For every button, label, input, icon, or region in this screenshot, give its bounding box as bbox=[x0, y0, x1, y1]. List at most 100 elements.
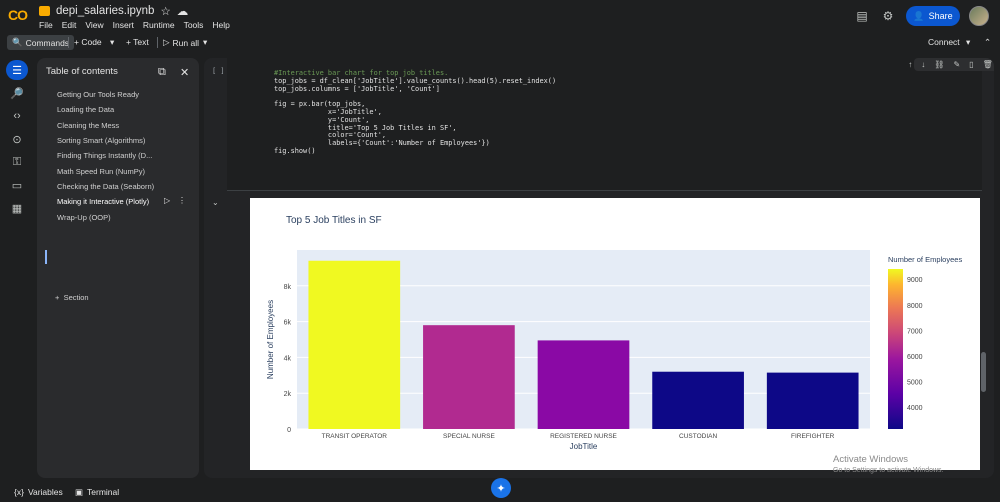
header: CO depi_salaries.ipynb ☆ ☁ File Edit Vie… bbox=[0, 0, 1000, 32]
delete-icon[interactable]: 🗑 bbox=[983, 60, 993, 69]
commands-button[interactable]: 🔍 Commands bbox=[7, 35, 75, 50]
toc-item[interactable]: Loading the Data bbox=[57, 105, 157, 114]
toc-item-active[interactable]: Making it Interactive (Plotly) bbox=[57, 197, 157, 206]
menu-view[interactable]: View bbox=[85, 20, 103, 30]
add-text-button[interactable]: + Text bbox=[126, 37, 149, 47]
edit-icon[interactable]: ✎ bbox=[953, 60, 960, 69]
add-code-button[interactable]: + Code bbox=[74, 37, 102, 47]
comment-icon[interactable]: ▤ bbox=[854, 8, 870, 24]
share-button[interactable]: 👤 Share bbox=[906, 6, 960, 26]
x-tick-label: TRANSIT OPERATOR bbox=[322, 433, 388, 440]
run-all-button[interactable]: ▷ Run all bbox=[163, 37, 199, 48]
commands-label: Commands bbox=[25, 37, 70, 48]
run-all-dropdown-icon[interactable]: ▾ bbox=[203, 37, 207, 48]
variables-button[interactable]: {x} Variables bbox=[14, 487, 63, 497]
add-section-label: Section bbox=[63, 293, 89, 302]
terminal-label: Terminal bbox=[87, 487, 120, 497]
connect-button[interactable]: Connect bbox=[928, 37, 960, 47]
code-line: top_jobs.columns = ['JobTitle', 'Count'] bbox=[274, 84, 440, 93]
bar bbox=[308, 260, 401, 429]
colab-logo[interactable]: CO bbox=[8, 7, 28, 23]
y-axis-title: Number of Employees bbox=[266, 300, 275, 379]
menu-edit[interactable]: Edit bbox=[62, 20, 77, 30]
find-replace-icon[interactable]: 🔎 bbox=[6, 83, 28, 103]
table-of-contents-panel: Table of contents ⧉ ✕ Getting Our Tools … bbox=[37, 58, 199, 478]
menu-file[interactable]: File bbox=[39, 20, 53, 30]
y-tick-label: 6k bbox=[284, 320, 292, 327]
star-icon[interactable]: ☆ bbox=[160, 4, 170, 18]
x-tick-label: CUSTODIAN bbox=[679, 433, 717, 440]
mirror-icon[interactable]: ▯ bbox=[969, 60, 973, 69]
more-options-icon[interactable]: ⋮ bbox=[178, 196, 186, 205]
add-section-button[interactable]: + Section bbox=[55, 293, 89, 302]
toc-item[interactable]: Math Speed Run (NumPy) bbox=[57, 167, 157, 176]
left-rail: ☰ 🔎 ‹› ⊙ ⚿ ▭ ▦ bbox=[6, 60, 30, 221]
terminal-icon: ▣ bbox=[75, 487, 84, 497]
toc-active-indicator bbox=[45, 250, 47, 264]
connect-dropdown-icon[interactable]: ▾ bbox=[966, 37, 970, 48]
files-folder-icon[interactable]: ▭ bbox=[6, 175, 28, 195]
watermark-line: Go to Settings to activate Windows. bbox=[833, 467, 944, 474]
move-down-icon[interactable]: ↓ bbox=[921, 60, 925, 69]
gemini-sparkle-button[interactable]: ✦ bbox=[491, 478, 511, 498]
x-tick-label: SPECIAL NURSE bbox=[443, 433, 495, 440]
y-tick-label: 0 bbox=[287, 427, 291, 434]
code-cell[interactable]: ↑ ↓ ⛓ ✎ ▯ 🗑 ⋮ #Interactive bar chart for… bbox=[227, 58, 994, 191]
secrets-key-icon[interactable]: ⚿ bbox=[6, 152, 28, 172]
toc-item[interactable]: Getting Our Tools Ready bbox=[57, 90, 157, 99]
user-avatar[interactable] bbox=[969, 6, 989, 26]
y-tick-label: 4k bbox=[284, 355, 292, 362]
menu-runtime[interactable]: Runtime bbox=[143, 20, 175, 30]
variables-label: Variables bbox=[27, 487, 63, 497]
code-editor[interactable]: #Interactive bar chart for top job title… bbox=[274, 69, 556, 156]
variables-icon: {x} bbox=[14, 487, 24, 497]
add-code-label: + Code bbox=[74, 37, 102, 47]
code-snippets-icon[interactable]: ‹› bbox=[6, 106, 28, 126]
y-tick-label: 8k bbox=[284, 284, 292, 291]
move-up-icon[interactable]: ↑ bbox=[908, 60, 912, 69]
drive-icon bbox=[39, 6, 50, 16]
variables-inspector-icon[interactable]: ⊙ bbox=[6, 129, 28, 149]
menu-insert[interactable]: Insert bbox=[113, 20, 134, 30]
link-icon[interactable]: ⛓ bbox=[934, 60, 944, 69]
colorbar-tick-label: 8000 bbox=[907, 303, 923, 310]
terminal-button[interactable]: ▣ Terminal bbox=[75, 487, 119, 498]
plotly-chart-output[interactable]: 0 2k 4k 6k 8k TRANSIT OPERATOR SPECIAL NURSE RE… bbox=[250, 198, 980, 470]
vertical-scrollbar[interactable] bbox=[981, 352, 986, 392]
cell-toolbar: ↑ ↓ ⛓ ✎ ▯ 🗑 ⋮ bbox=[908, 58, 994, 71]
cell-run-bracket[interactable]: [ ] bbox=[212, 67, 225, 75]
run-all-label: Run all bbox=[172, 37, 200, 48]
menu-tools[interactable]: Tools bbox=[184, 20, 204, 30]
code-line: fig.show() bbox=[274, 146, 316, 155]
open-in-tab-icon[interactable]: ⧉ bbox=[158, 66, 166, 79]
table-of-contents-icon[interactable]: ☰ bbox=[6, 60, 28, 80]
notebook-filename[interactable]: depi_salaries.ipynb bbox=[56, 5, 154, 17]
add-code-dropdown-icon[interactable]: ▾ bbox=[110, 37, 114, 48]
x-tick-label: FIREFIGHTER bbox=[791, 433, 835, 440]
cloud-icon[interactable]: ☁ bbox=[177, 4, 189, 18]
code-line: labels={'Count':'Number of Employees'}) bbox=[274, 139, 490, 148]
share-label: Share bbox=[928, 11, 953, 21]
play-icon: ▷ bbox=[163, 37, 170, 47]
settings-gear-icon[interactable]: ⚙ bbox=[880, 8, 896, 24]
bar-chart[interactable]: 0 2k 4k 6k 8k TRANSIT OPERATOR SPECIAL NURSE RE… bbox=[250, 198, 980, 470]
colorbar-tick-label: 6000 bbox=[907, 354, 923, 361]
notebook-toolbar: 🔍 Commands + Code ▾ + Text ▷ Run all ▾ C… bbox=[0, 33, 1000, 53]
run-section-icon[interactable]: ▷ bbox=[164, 196, 170, 205]
watermark-line: Activate Windows bbox=[833, 454, 908, 465]
toc-item[interactable]: Cleaning the Mess bbox=[57, 121, 157, 130]
toc-item[interactable]: Finding Things Instantly (D... bbox=[57, 151, 157, 160]
menu-help[interactable]: Help bbox=[212, 20, 229, 30]
bar bbox=[423, 325, 515, 429]
collapse-output-icon[interactable]: ⌄ bbox=[212, 198, 219, 207]
data-table-icon[interactable]: ▦ bbox=[6, 198, 28, 218]
bar bbox=[652, 371, 744, 429]
toc-item[interactable]: Wrap-Up (OOP) bbox=[57, 213, 157, 222]
chart-title: Top 5 Job Titles in SF bbox=[286, 215, 382, 226]
colorbar-tick-label: 7000 bbox=[907, 328, 923, 335]
search-icon: 🔍 bbox=[12, 37, 23, 47]
collapse-toolbar-icon[interactable]: ⌃ bbox=[984, 37, 991, 48]
toc-item[interactable]: Checking the Data (Seaborn) bbox=[57, 182, 157, 191]
toc-item[interactable]: Sorting Smart (Algorithms) bbox=[57, 136, 157, 145]
close-icon[interactable]: ✕ bbox=[180, 66, 189, 79]
